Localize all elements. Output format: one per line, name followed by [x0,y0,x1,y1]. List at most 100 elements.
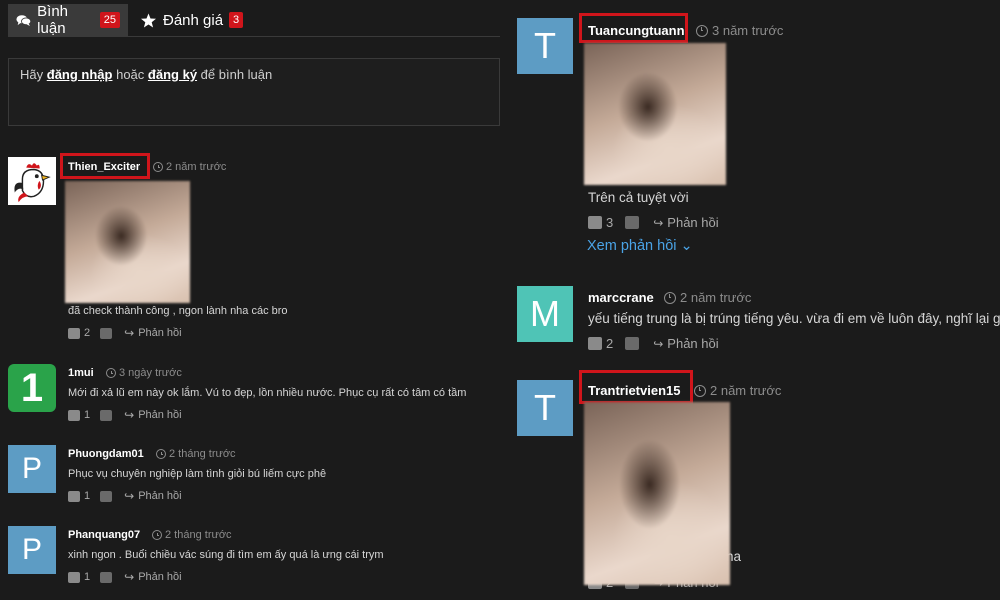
blurred-photo[interactable] [65,181,190,303]
clock-icon [694,384,706,397]
reply-button[interactable]: ↪Phản hồi [653,215,718,230]
comment-text: xinh ngon . Buổi chiều vác súng đi tìm e… [68,549,384,561]
left-panel: Bình luận 25 Đánh giá 3 Hãy đăng nhập ho… [0,0,500,600]
login-prompt-prefix: Hãy [20,67,44,82]
reply-icon: ↪ [653,336,664,351]
comments-icon [16,14,32,26]
tab-comments-label: Bình luận [37,3,69,37]
username-highlight-box [579,370,693,404]
reply-label: Phản hồi [138,571,182,583]
avatar[interactable]: P [8,445,56,493]
like-button[interactable]: 1 [68,571,90,583]
like-button[interactable]: 2 [588,336,613,351]
like-button[interactable]: 2 [68,327,90,339]
comment-actions: 3 ↪ Phản hồi [588,215,719,230]
reply-icon: ↪ [124,408,135,422]
comment-actions: 2 ↪Phản hồi [68,326,182,340]
reply-label: Phản hồi [667,215,719,230]
thumbs-up-icon [68,327,80,339]
thumbs-down-icon [100,409,113,421]
like-button[interactable]: 1 [68,490,90,502]
reply-icon: ↪ [124,489,135,503]
comment-username[interactable]: Phanquang07 [68,529,140,541]
tab-reviews-label: Đánh giá [163,11,224,29]
login-prompt-box: Hãy đăng nhập hoặc đăng ký để bình luận [8,58,500,126]
thumbs-up-icon [588,216,602,229]
reply-button[interactable]: ↪Phản hồi [124,570,182,584]
clock-icon [696,24,708,37]
comment-text: đã check thành công , ngon lành nha các … [68,305,288,317]
dislike-button[interactable] [625,216,640,229]
login-link[interactable]: đăng nhập [47,67,113,82]
comment-timestamp: 2 tháng trước [152,529,232,541]
tab-reviews[interactable]: Đánh giá 3 [132,4,251,36]
dislike-button[interactable] [625,337,640,350]
comment-timestamp: 2 năm trước [153,161,226,173]
reply-label: Phản hồi [138,327,182,339]
dislike-button[interactable] [100,490,113,502]
like-count: 1 [84,571,91,583]
timestamp-label: 2 tháng trước [169,448,236,460]
dislike-button[interactable] [100,327,113,339]
reply-icon: ↪ [653,215,664,230]
timestamp-label: 2 năm trước [166,161,227,173]
register-link[interactable]: đăng ký [148,67,197,82]
comment-actions: 1 ↪ Phản hồi [68,570,182,584]
comments-count-badge: 25 [99,12,120,28]
thumbs-down-icon [625,337,640,350]
thumbs-up-icon [68,490,80,502]
dislike-button[interactable] [100,409,113,421]
login-prompt-suffix: để bình luận [200,67,273,82]
clock-icon [106,368,116,378]
thumbs-down-icon [625,216,640,229]
clock-icon [664,291,676,304]
see-replies-label: Xem phản hồi [587,238,677,254]
like-button[interactable]: 1 [68,409,90,421]
reply-label: Phản hồi [138,490,182,502]
chevron-down-icon: ⌄ [680,238,693,254]
see-replies-button[interactable]: Xem phản hồi ⌄ [587,238,693,254]
reviews-count-badge: 3 [229,12,244,28]
avatar[interactable]: T [517,380,573,436]
comment-username[interactable]: Phuongdam01 [68,448,144,460]
login-prompt-middle: hoặc [116,67,145,82]
reply-button[interactable]: ↪Phản hồi [124,408,182,422]
comment-timestamp: 3 năm trước [696,23,783,38]
like-button[interactable]: 3 [588,215,613,230]
comment-actions: 1 ↪ Phản hồi [68,408,182,422]
reply-button[interactable]: ↪Phản hồi [124,326,182,340]
comment-timestamp: 2 tháng trước [156,448,236,460]
avatar[interactable] [8,157,56,205]
username-highlight-box [60,153,150,179]
like-count: 2 [84,327,91,339]
reply-icon: ↪ [124,570,135,584]
star-icon [141,13,156,27]
comment-username[interactable]: marccrane [588,290,654,305]
avatar[interactable]: M [517,286,573,342]
thumbs-up-icon [68,409,80,421]
comment-username[interactable]: 1mui [68,367,94,379]
thumbs-up-icon [588,337,602,350]
comment-timestamp: 3 ngày trước [106,367,182,379]
timestamp-label: 3 ngày trước [119,367,182,379]
like-count: 1 [84,409,91,421]
blurred-photo[interactable] [584,43,726,185]
right-panel: T Tuancungtuann 3 năm trước Trên cả tuyệ… [500,0,1000,600]
thumbs-down-icon [100,327,113,339]
blurred-photo[interactable] [584,402,730,585]
like-count: 2 [606,336,614,351]
tab-comments[interactable]: Bình luận 25 [8,3,128,37]
thumbs-up-icon [68,571,80,583]
comment-actions: 2 ↪Phản hồi [588,336,719,351]
clock-icon [152,530,162,540]
comment-actions: 1 ↪ Phản hồi [68,489,182,503]
avatar[interactable]: P [8,526,56,574]
username-highlight-box [579,13,688,43]
reply-button[interactable]: ↪Phản hồi [653,336,718,351]
avatar[interactable]: 1 [8,364,56,412]
timestamp-label: 2 năm trước [710,383,782,398]
avatar[interactable]: T [517,18,573,74]
dislike-button[interactable] [100,571,113,583]
reply-button[interactable]: ↪Phản hồi [124,489,182,503]
timestamp-label: 2 năm trước [680,290,752,305]
